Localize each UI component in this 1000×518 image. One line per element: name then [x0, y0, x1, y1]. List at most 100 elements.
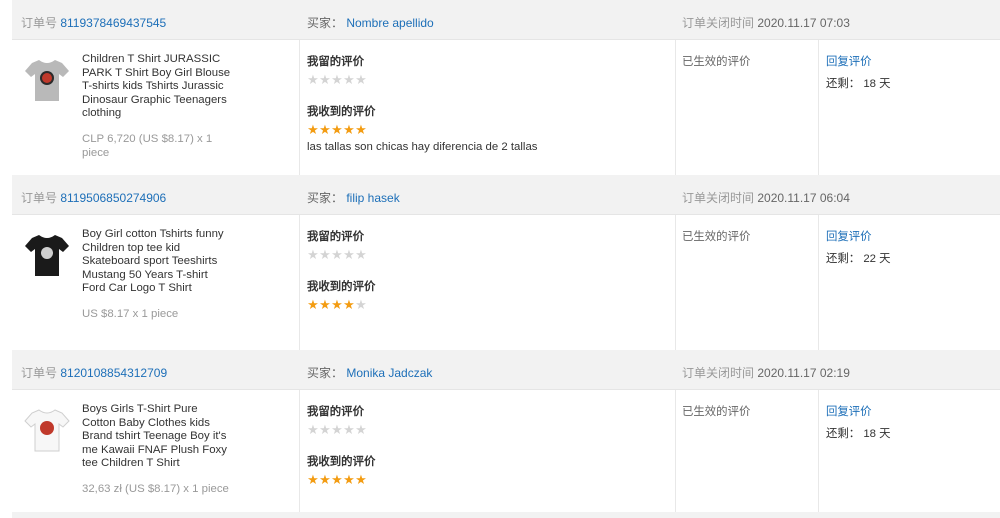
- close-time: 订单关闭时间 2020.11.17 02:19: [682, 364, 850, 381]
- star-icon: ★: [319, 122, 331, 137]
- orders-list: 订单号 8119378469437545 买家： Nombre apellido 订…: [12, 0, 1000, 518]
- my-rating-stars: ★ ★ ★ ★ ★: [307, 422, 667, 437]
- my-rating-stars: ★ ★ ★ ★ ★: [307, 247, 667, 262]
- star-icon: ★: [343, 422, 355, 437]
- remaining-days: 还剩： 18 天: [826, 78, 891, 90]
- order-body: Children T Shirt JURASSIC PARK T Shirt B…: [12, 40, 1000, 175]
- product-title[interactable]: Boys Girls T-Shirt Pure Cotton Baby Clot…: [82, 403, 232, 471]
- received-rating-stars: ★ ★ ★ ★ ★: [307, 472, 667, 487]
- column-divider: [675, 390, 676, 518]
- star-icon: ★: [307, 297, 319, 312]
- order-id: 订单号 8119506850274906: [21, 189, 166, 206]
- close-time: 订单关闭时间 2020.11.17 06:04: [682, 189, 850, 206]
- received-review: 我收到的评价 ★ ★ ★ ★ ★: [307, 453, 667, 486]
- column-divider: [675, 215, 676, 350]
- order-header: 订单号 8120108854312709 买家： Monika Jadczak 订单…: [12, 350, 1000, 390]
- star-icon: ★: [343, 72, 355, 87]
- order-card: 订单号 8120108854312709 买家： Monika Jadczak 订单…: [12, 350, 1000, 518]
- remaining-days: 还剩： 18 天: [826, 428, 891, 440]
- star-icon: ★: [319, 422, 331, 437]
- received-review-label: 我收到的评价: [307, 456, 376, 468]
- order-id: 订单号 8120108854312709: [21, 364, 167, 381]
- buyer-label: 买家：: [307, 191, 347, 205]
- reply-review-link[interactable]: 回复评价: [826, 228, 872, 244]
- buyer-name-link[interactable]: Nombre apellido: [346, 16, 433, 30]
- product-thumbnail[interactable]: [24, 231, 70, 279]
- effective-review-label: 已生效的评价: [682, 406, 751, 418]
- my-review-label: 我留的评价: [307, 231, 364, 243]
- my-review-label: 我留的评价: [307, 56, 364, 68]
- product-thumbnail[interactable]: [24, 56, 70, 104]
- star-icon: ★: [355, 72, 367, 87]
- star-icon: ★: [355, 422, 367, 437]
- close-time-value: 2020.11.17 06:04: [757, 191, 850, 205]
- buyer: 买家： Nombre apellido: [307, 14, 434, 31]
- star-icon: ★: [307, 422, 319, 437]
- star-icon: ★: [319, 472, 331, 487]
- star-icon: ★: [319, 247, 331, 262]
- column-divider: [299, 390, 300, 518]
- product-title[interactable]: Boy Girl cotton Tshirts funny Children t…: [82, 228, 232, 296]
- received-review-label: 我收到的评价: [307, 281, 376, 293]
- order-id-label: 订单号: [21, 16, 61, 30]
- order-body: Boy Girl cotton Tshirts funny Children t…: [12, 215, 1000, 350]
- remaining-days: 还剩： 22 天: [826, 253, 891, 265]
- column-divider: [675, 40, 676, 175]
- buyer-name-link[interactable]: filip hasek: [346, 191, 399, 205]
- buyer: 买家： filip hasek: [307, 189, 400, 206]
- star-icon: ★: [331, 472, 343, 487]
- buyer: 买家： Monika Jadczak: [307, 364, 432, 381]
- order-id: 订单号 8119378469437545: [21, 14, 166, 31]
- order-id-link[interactable]: 8120108854312709: [60, 366, 167, 380]
- column-divider: [299, 215, 300, 350]
- my-review-label: 我留的评价: [307, 406, 364, 418]
- close-time-value: 2020.11.17 07:03: [757, 16, 850, 30]
- star-icon: ★: [331, 247, 343, 262]
- close-time-label: 订单关闭时间: [682, 16, 758, 30]
- star-icon: ★: [355, 472, 367, 487]
- order-id-link[interactable]: 8119506850274906: [60, 191, 166, 205]
- product-thumbnail[interactable]: [24, 406, 70, 454]
- star-icon: ★: [355, 122, 367, 137]
- order-id-label: 订单号: [21, 366, 61, 380]
- order-id-label: 订单号: [21, 191, 61, 205]
- my-rating-stars: ★ ★ ★ ★ ★: [307, 72, 667, 87]
- received-comment: las tallas son chicas hay diferencia de …: [307, 141, 538, 153]
- my-review: 我留的评价 ★ ★ ★ ★ ★: [307, 403, 667, 436]
- star-icon: ★: [331, 72, 343, 87]
- column-divider: [299, 40, 300, 175]
- product-price: US $8.17 x 1 piece: [82, 308, 179, 320]
- reply-review-link[interactable]: 回复评价: [826, 403, 872, 419]
- star-icon: ★: [307, 122, 319, 137]
- close-time: 订单关闭时间 2020.11.17 07:03: [682, 14, 850, 31]
- star-icon: ★: [331, 297, 343, 312]
- star-icon: ★: [319, 72, 331, 87]
- received-review: 我收到的评价 ★ ★ ★ ★ ★: [307, 278, 667, 311]
- order-header: 订单号 8119378469437545 买家： Nombre apellido 订…: [12, 0, 1000, 40]
- next-order-header-edge: [12, 512, 1000, 518]
- product-price: CLP 6,720 (US $8.17) x 1 piece: [82, 133, 213, 159]
- buyer-label: 买家：: [307, 16, 347, 30]
- star-icon: ★: [355, 297, 367, 312]
- star-icon: ★: [355, 247, 367, 262]
- star-icon: ★: [331, 122, 343, 137]
- star-icon: ★: [307, 472, 319, 487]
- order-header: 订单号 8119506850274906 买家： filip hasek 订单关闭时…: [12, 175, 1000, 215]
- order-body: Boys Girls T-Shirt Pure Cotton Baby Clot…: [12, 390, 1000, 518]
- star-icon: ★: [343, 122, 355, 137]
- buyer-label: 买家：: [307, 366, 347, 380]
- buyer-name-link[interactable]: Monika Jadczak: [346, 366, 432, 380]
- close-time-value: 2020.11.17 02:19: [757, 366, 850, 380]
- star-icon: ★: [343, 297, 355, 312]
- received-review-label: 我收到的评价: [307, 106, 376, 118]
- effective-review-label: 已生效的评价: [682, 231, 751, 243]
- product-title[interactable]: Children T Shirt JURASSIC PARK T Shirt B…: [82, 53, 232, 121]
- reply-review-link[interactable]: 回复评价: [826, 53, 872, 69]
- column-divider: [818, 215, 819, 350]
- order-id-link[interactable]: 8119378469437545: [60, 16, 166, 30]
- my-review: 我留的评价 ★ ★ ★ ★ ★: [307, 228, 667, 261]
- order-card: 订单号 8119506850274906 买家： filip hasek 订单关闭时…: [12, 175, 1000, 350]
- close-time-label: 订单关闭时间: [682, 191, 758, 205]
- my-review: 我留的评价 ★ ★ ★ ★ ★: [307, 53, 667, 86]
- order-card: 订单号 8119378469437545 买家： Nombre apellido 订…: [12, 0, 1000, 175]
